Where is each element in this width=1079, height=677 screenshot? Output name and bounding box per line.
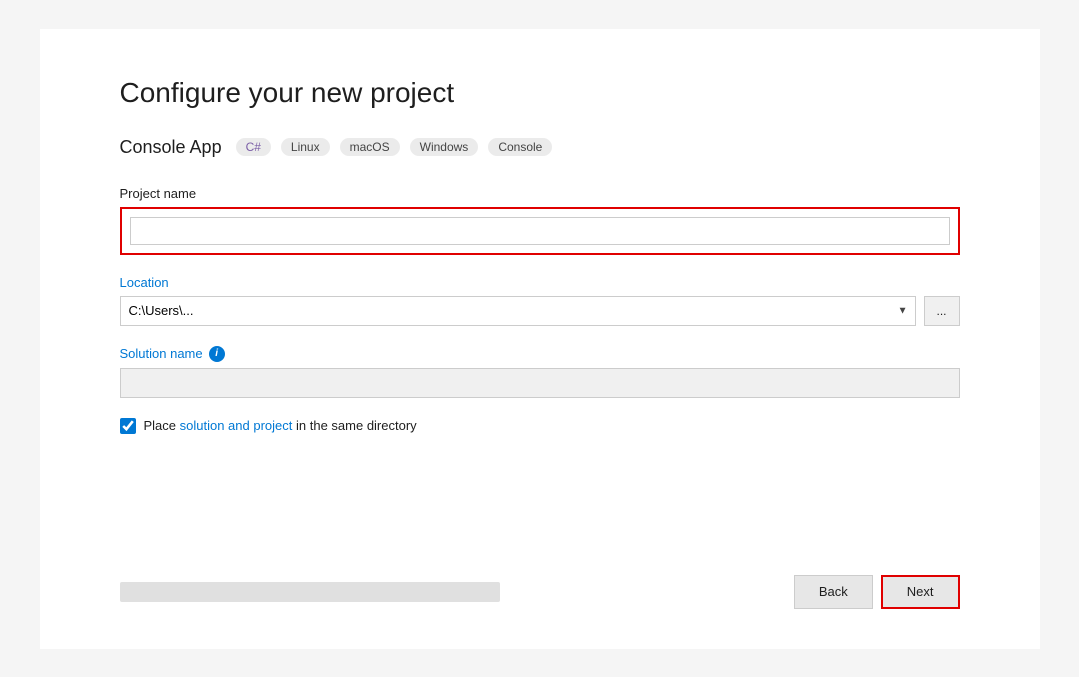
bottom-row: Back Next xyxy=(120,575,960,609)
tag-linux: Linux xyxy=(281,138,330,156)
configure-project-dialog: Configure your new project Console App C… xyxy=(40,29,1040,649)
project-type-label: Console App xyxy=(120,137,222,158)
bottom-left-placeholder-bar xyxy=(120,582,500,602)
tag-csharp: C# xyxy=(236,138,271,156)
project-type-row: Console App C# Linux macOS Windows Conso… xyxy=(120,137,960,158)
project-name-wrapper xyxy=(120,207,960,255)
tag-windows: Windows xyxy=(410,138,479,156)
tag-macos: macOS xyxy=(340,138,400,156)
tag-console: Console xyxy=(488,138,552,156)
solution-name-label: Solution name xyxy=(120,346,203,361)
browse-button[interactable]: ... xyxy=(924,296,960,326)
solution-name-input[interactable] xyxy=(120,368,960,398)
project-name-input[interactable] xyxy=(130,217,950,245)
info-icon[interactable]: i xyxy=(209,346,225,362)
location-select-wrapper: C:\Users\... ▼ xyxy=(120,296,916,326)
bottom-buttons: Back Next xyxy=(794,575,960,609)
project-name-label: Project name xyxy=(120,186,960,201)
project-name-field-group: Project name xyxy=(120,186,960,255)
location-field-group: Location C:\Users\... ▼ ... xyxy=(120,275,960,326)
solution-name-label-row: Solution name i xyxy=(120,346,960,362)
next-button[interactable]: Next xyxy=(881,575,960,609)
same-directory-checkbox[interactable] xyxy=(120,418,136,434)
page-title: Configure your new project xyxy=(120,77,960,109)
back-button[interactable]: Back xyxy=(794,575,873,609)
same-directory-label: Place solution and project in the same d… xyxy=(144,418,417,433)
same-directory-checkbox-row: Place solution and project in the same d… xyxy=(120,418,960,434)
location-label: Location xyxy=(120,275,960,290)
solution-name-field-group: Solution name i xyxy=(120,346,960,398)
location-select[interactable]: C:\Users\... xyxy=(120,296,916,326)
location-row: C:\Users\... ▼ ... xyxy=(120,296,960,326)
same-directory-label-highlight: solution and project xyxy=(180,418,293,433)
